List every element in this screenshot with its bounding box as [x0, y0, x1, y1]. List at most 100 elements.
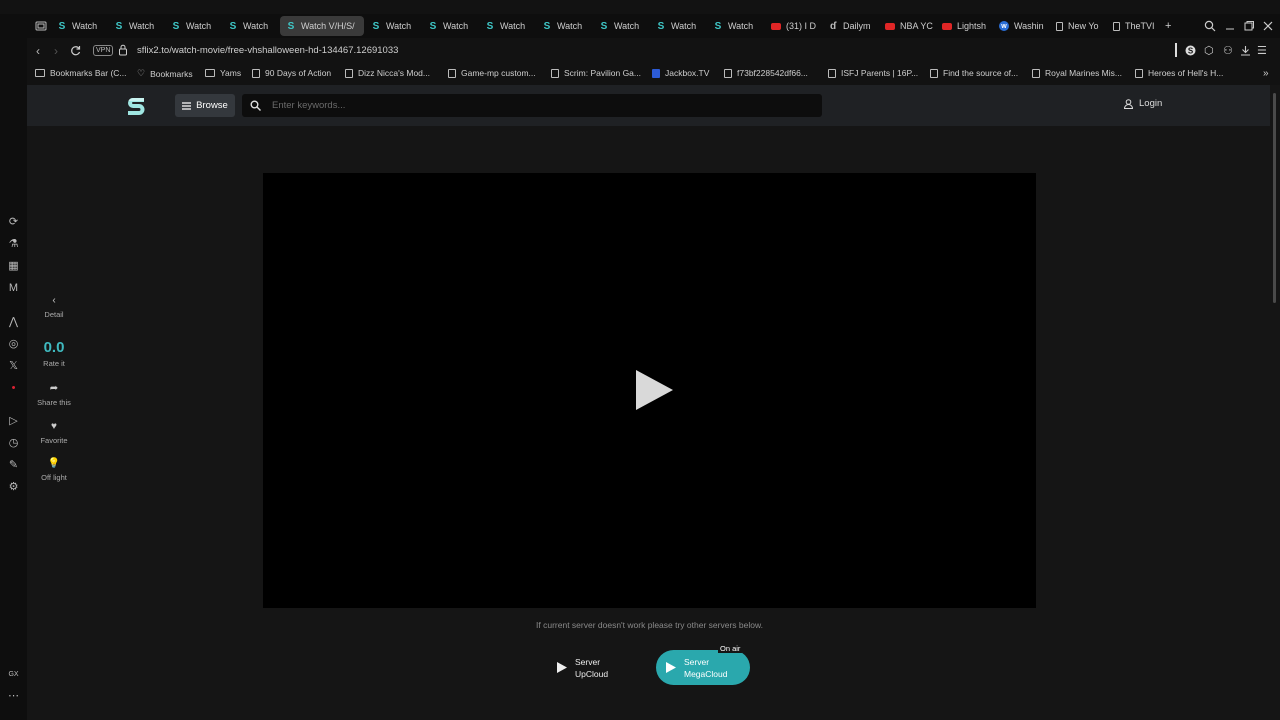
- address-divider: [1175, 43, 1177, 57]
- tab-watch[interactable]: S Watch: [228, 16, 278, 36]
- instagram-icon[interactable]: ◎: [7, 338, 20, 351]
- rate-button[interactable]: 0.0 Rate it: [27, 339, 81, 368]
- tab-youtube[interactable]: Lightsh: [942, 16, 992, 36]
- share-button[interactable]: ➦ Share this: [27, 383, 81, 407]
- aria-icon[interactable]: ⟳: [7, 216, 20, 229]
- bookmark-item[interactable]: Royal Marines Mis...: [1032, 68, 1122, 78]
- tab-washington-post[interactable]: w Washin: [999, 16, 1049, 36]
- server-name: MegaCloud: [684, 668, 728, 679]
- gx-corner-icon[interactable]: ▦: [7, 260, 20, 273]
- bookmark-item[interactable]: Scrim: Pavilion Ga...: [551, 68, 641, 78]
- close-window-icon[interactable]: [1262, 20, 1274, 32]
- bookmarks-overflow-icon[interactable]: »: [1263, 68, 1269, 79]
- scrollbar-thumb[interactable]: [1273, 93, 1276, 303]
- detail-label: Detail: [44, 310, 64, 319]
- bookmark-item[interactable]: Dizz Nicca's Mod...: [345, 68, 430, 78]
- tab-islands-icon[interactable]: [35, 20, 47, 32]
- off-light-label: Off light: [41, 473, 67, 482]
- tab-new-york[interactable]: New Yo: [1056, 16, 1106, 36]
- x-twitter-icon[interactable]: 𝕏: [7, 360, 20, 373]
- bookmark-item[interactable]: Game-mp custom...: [448, 68, 536, 78]
- bookmark-item[interactable]: f73bf228542df66...: [724, 68, 808, 78]
- profile-icon[interactable]: ⚇: [1223, 44, 1233, 57]
- settings-gear-icon[interactable]: ⚙: [7, 481, 20, 494]
- server-label: Server: [684, 656, 710, 667]
- player-icon[interactable]: ▷: [7, 415, 20, 428]
- url-field[interactable]: sflix2.to/watch-movie/free-vhshalloween-…: [137, 45, 398, 56]
- video-player[interactable]: [263, 173, 1036, 608]
- washington-post-icon: w: [999, 21, 1009, 31]
- s-logo-icon: S: [714, 20, 722, 32]
- s-logo-icon: S: [543, 20, 551, 32]
- page-scrollbar[interactable]: [1270, 85, 1280, 720]
- forward-icon[interactable]: ›: [54, 44, 58, 58]
- tab-watch[interactable]: S Watch: [599, 16, 649, 36]
- app-icon[interactable]: •: [7, 382, 20, 395]
- tab-youtube[interactable]: (31) I D: [771, 16, 821, 36]
- bookmark-item[interactable]: Jackbox.TV: [652, 68, 709, 78]
- tab-watch-active[interactable]: S Watch V/H/S/: [280, 16, 364, 36]
- search-tabs-icon[interactable]: [1204, 20, 1216, 32]
- more-icon[interactable]: ⋯: [7, 690, 20, 703]
- tab-thetvdb[interactable]: TheTVI: [1113, 16, 1163, 36]
- messenger-icon[interactable]: M: [7, 282, 20, 295]
- tab-watch[interactable]: S Watch: [485, 16, 535, 36]
- site-header: Browse Login: [27, 85, 1270, 126]
- search-input[interactable]: [272, 94, 812, 117]
- bookmark-item[interactable]: Bookmarks Bar (C...: [35, 68, 127, 78]
- document-icon: [1032, 68, 1040, 78]
- download-icon[interactable]: [1240, 45, 1251, 56]
- extensions-puzzle-icon[interactable]: ⬡: [1204, 44, 1214, 57]
- back-icon[interactable]: ‹: [36, 44, 40, 58]
- browse-button[interactable]: Browse: [175, 94, 235, 117]
- detail-button[interactable]: ‹ Detail: [27, 295, 81, 319]
- bookmark-item[interactable]: Yams: [205, 68, 241, 78]
- youtube-icon: [885, 22, 895, 30]
- tab-watch[interactable]: S Watch: [114, 16, 164, 36]
- tab-watch[interactable]: S Watch: [171, 16, 221, 36]
- server-megacloud-button[interactable]: Server MegaCloud: [656, 650, 750, 685]
- tab-dailymotion[interactable]: ɗ Dailym: [828, 16, 878, 36]
- tab-watch[interactable]: S Watch: [428, 16, 478, 36]
- menu-lines-icon[interactable]: ☰: [1257, 44, 1267, 57]
- tab-youtube[interactable]: NBA YC: [885, 16, 935, 36]
- vpn-badge[interactable]: VPN: [93, 45, 114, 56]
- bookmark-item[interactable]: Find the source of...: [930, 68, 1018, 78]
- document-icon: [252, 68, 260, 78]
- favorite-button[interactable]: ♥ Favorite: [27, 421, 81, 445]
- search-icon[interactable]: [250, 100, 261, 111]
- bookmark-item[interactable]: 90 Days of Action: [252, 68, 331, 78]
- off-light-button[interactable]: 💡 Off light: [27, 458, 81, 482]
- play-icon[interactable]: [633, 369, 675, 411]
- search-bar: [242, 94, 822, 117]
- sflix-logo-icon[interactable]: [124, 94, 148, 118]
- minimize-icon[interactable]: [1224, 20, 1236, 32]
- share-icon: ➦: [49, 383, 59, 394]
- s-extension-icon[interactable]: S: [1185, 45, 1196, 56]
- bookmark-item[interactable]: ♡ Bookmarks: [137, 68, 193, 79]
- tab-watch[interactable]: S Watch: [656, 16, 706, 36]
- s-logo-icon: S: [229, 20, 237, 32]
- document-icon: [345, 68, 353, 78]
- tab-watch[interactable]: S Watch: [713, 16, 763, 36]
- play-icon: [666, 662, 676, 673]
- server-upcloud-button[interactable]: Server UpCloud: [547, 650, 639, 685]
- gx-control-icon[interactable]: ⚗: [7, 238, 20, 251]
- extensions-icon[interactable]: ✎: [7, 459, 20, 472]
- history-icon[interactable]: ◷: [7, 437, 20, 450]
- login-button[interactable]: Login: [1124, 98, 1162, 109]
- heart-icon: ♥: [51, 421, 57, 432]
- lock-icon[interactable]: [119, 44, 127, 56]
- bookmark-item[interactable]: Heroes of Hell's H...: [1135, 68, 1223, 78]
- new-tab-button[interactable]: +: [1165, 16, 1179, 36]
- maximize-icon[interactable]: [1243, 20, 1255, 32]
- s-logo-icon: S: [486, 20, 494, 32]
- bookmark-item[interactable]: ISFJ Parents | 16P...: [828, 68, 918, 78]
- s-logo-icon: S: [172, 20, 180, 32]
- tab-watch[interactable]: S Watch: [542, 16, 592, 36]
- tab-watch[interactable]: S Watch: [371, 16, 421, 36]
- twitch-icon[interactable]: ⋀: [7, 316, 20, 329]
- s-logo-icon: S: [58, 20, 66, 32]
- tab-watch[interactable]: S Watch: [57, 16, 107, 36]
- reload-icon[interactable]: [70, 45, 81, 56]
